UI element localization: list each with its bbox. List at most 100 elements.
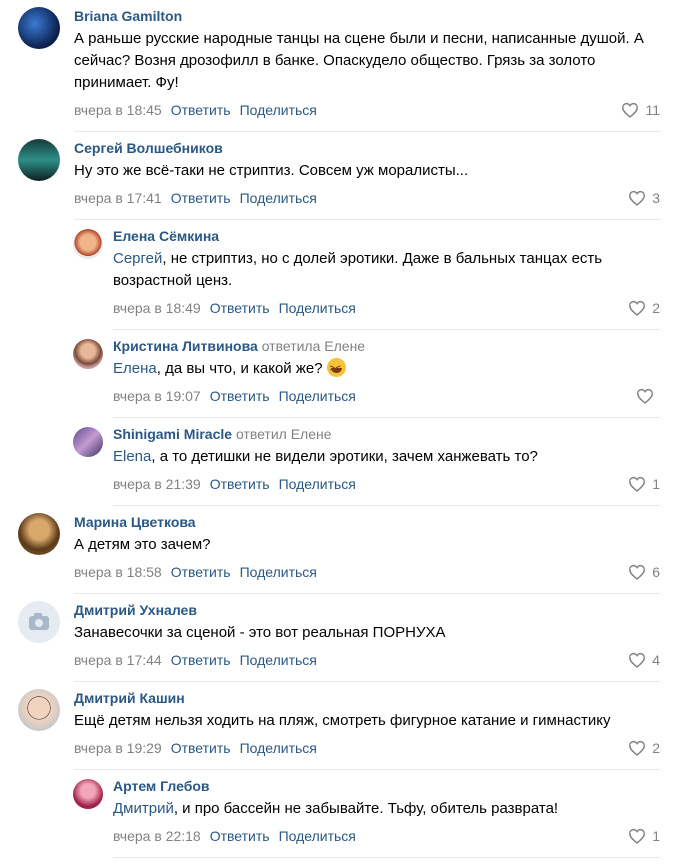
reply-button[interactable]: Ответить [171,564,231,580]
reply-button[interactable]: Ответить [171,652,231,668]
timestamp[interactable]: вчера в 21:39 [113,476,201,492]
mention-link[interactable]: Елена [113,360,157,377]
avatar[interactable] [73,229,103,259]
comment-meta: вчера в 19:07 Ответить Поделиться [113,384,660,408]
timestamp[interactable]: вчера в 17:44 [74,652,162,668]
avatar[interactable] [73,779,103,809]
reply-comment: Артем Глебов Дмитрий, и про бассейн не за… [0,770,686,858]
like-button[interactable]: 4 [628,652,660,668]
author-name[interactable]: Елена Сёмкина [113,227,660,246]
comment: Марина Цветкова А детям это зачем? вчера в… [0,506,686,594]
share-button[interactable]: Поделиться [279,476,356,492]
comment-meta: вчера в 18:45 Ответить Поделиться 11 [74,98,660,122]
author-name[interactable]: Shinigami Miracle ответил Елене [113,425,660,444]
reply-button[interactable]: Ответить [210,476,270,492]
comment: Briana Gamilton А раньше русские народные… [0,0,686,132]
share-button[interactable]: Поделиться [279,300,356,316]
like-count: 11 [645,102,660,118]
reply-button[interactable]: Ответить [210,828,270,844]
reply-comment: Shinigami Miracle ответил Елене Elena, а … [0,418,686,506]
heart-icon [629,300,646,316]
share-button[interactable]: Поделиться [240,564,317,580]
like-button[interactable]: 1 [628,476,660,492]
comments-list: Briana Gamilton А раньше русские народные… [0,0,686,858]
like-count: 1 [652,476,660,492]
replied-to[interactable]: ответила Елене [262,338,365,354]
heart-icon [629,190,646,206]
author-name[interactable]: Кристина Литвинова ответила Елене [113,337,660,356]
like-count: 2 [652,740,660,756]
comment-meta: вчера в 22:18 Ответить Поделиться 1 [113,824,660,848]
share-button[interactable]: Поделиться [279,388,356,404]
comment-text: Elena, а то детишки не видели эротики, з… [113,448,538,465]
like-button[interactable]: 2 [628,300,660,316]
heart-icon [629,828,646,844]
comment-text: Занавесочки за сценой - это вот реальная… [74,624,446,641]
comment-text: Сергей, не стриптиз, но с долей эротики.… [113,250,603,289]
avatar[interactable] [18,513,60,555]
timestamp[interactable]: вчера в 17:41 [74,190,162,206]
heart-icon [629,476,646,492]
share-button[interactable]: Поделиться [240,652,317,668]
timestamp[interactable]: вчера в 18:45 [74,102,162,118]
like-count: 1 [652,828,660,844]
timestamp[interactable]: вчера в 19:07 [113,388,201,404]
reply-comment: Елена Сёмкина Сергей, не стриптиз, но с д… [0,220,686,330]
avatar[interactable] [18,139,60,181]
comment-text: Дмитрий, и про бассейн не забывайте. Тьф… [113,800,559,817]
heart-icon [622,102,639,118]
author-name[interactable]: Briana Gamilton [74,7,660,26]
avatar[interactable] [73,427,103,457]
replied-to[interactable]: ответил Елене [236,426,332,442]
like-button[interactable]: 2 [628,740,660,756]
avatar[interactable] [18,7,60,49]
timestamp[interactable]: вчера в 18:49 [113,300,201,316]
share-button[interactable]: Поделиться [279,828,356,844]
comment-text: Ещё детям нельзя ходить на пляж, смотрет… [74,712,611,729]
like-count: 3 [652,190,660,206]
like-button[interactable]: 11 [621,102,660,118]
comment-meta: вчера в 21:39 Ответить Поделиться 1 [113,472,660,496]
like-button[interactable]: 1 [628,828,660,844]
comment-meta: вчера в 17:44 Ответить Поделиться 4 [74,648,660,672]
author-name[interactable]: Дмитрий Кашин [74,689,660,708]
author-name[interactable]: Марина Цветкова [74,513,660,532]
mention-link[interactable]: Дмитрий [113,800,174,817]
mention-link[interactable]: Elena [113,448,151,465]
comment-meta: вчера в 18:49 Ответить Поделиться 2 [113,296,660,320]
divider [113,857,660,858]
reply-button[interactable]: Ответить [171,102,231,118]
timestamp[interactable]: вчера в 22:18 [113,828,201,844]
share-button[interactable]: Поделиться [240,740,317,756]
heart-icon [629,564,646,580]
comment-text: Елена, да вы что, и какой же? [113,357,660,380]
author-name[interactable]: Сергей Волшебников [74,139,660,158]
reply-button[interactable]: Ответить [210,388,270,404]
like-button[interactable]: 6 [628,564,660,580]
like-button[interactable] [636,388,660,404]
like-button[interactable]: 3 [628,190,660,206]
comment-meta: вчера в 18:58 Ответить Поделиться 6 [74,560,660,584]
reply-button[interactable]: Ответить [171,190,231,206]
share-button[interactable]: Поделиться [240,190,317,206]
reply-button[interactable]: Ответить [210,300,270,316]
comment: Сергей Волшебников Ну это же всё-таки не … [0,132,686,220]
avatar[interactable] [73,339,103,369]
camera-icon [29,613,49,630]
author-name[interactable]: Дмитрий Ухналев [74,601,660,620]
like-count: 6 [652,564,660,580]
comment: Дмитрий Кашин Ещё детям нельзя ходить на … [0,682,686,770]
reply-comment: Кристина Литвинова ответила Елене Елена, … [0,330,686,418]
heart-icon [629,740,646,756]
comment-text: А детям это зачем? [74,536,211,553]
like-count: 2 [652,300,660,316]
reply-button[interactable]: Ответить [171,740,231,756]
share-button[interactable]: Поделиться [240,102,317,118]
timestamp[interactable]: вчера в 19:29 [74,740,162,756]
mention-link[interactable]: Сергей [113,250,162,267]
avatar[interactable] [18,689,60,731]
avatar[interactable] [18,601,60,643]
timestamp[interactable]: вчера в 18:58 [74,564,162,580]
author-name[interactable]: Артем Глебов [113,777,660,796]
comment-meta: вчера в 17:41 Ответить Поделиться 3 [74,186,660,210]
